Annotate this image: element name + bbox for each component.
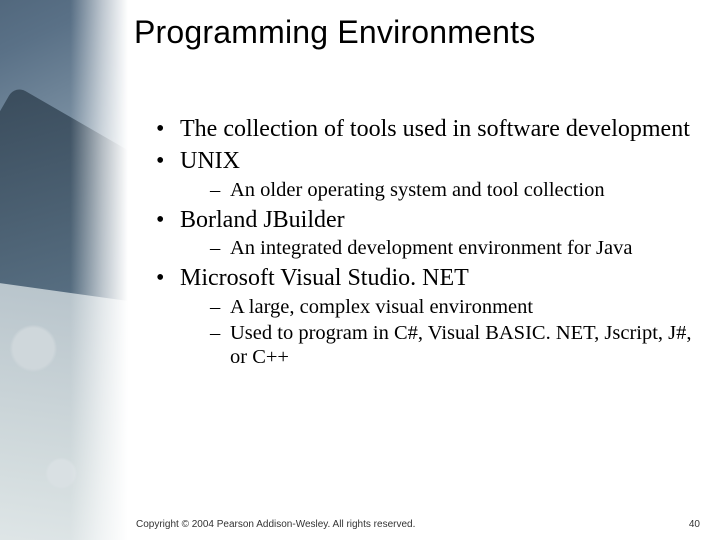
bullet-item: Borland JBuilder An integrated developme… [162, 206, 692, 261]
sub-bullet-text: Used to program in C#, Visual BASIC. NET… [230, 322, 692, 368]
slide: Programming Environments The collection … [0, 0, 720, 540]
bullet-text: Microsoft Visual Studio. NET [180, 265, 469, 291]
sub-bullet-item: Used to program in C#, Visual BASIC. NET… [214, 321, 692, 369]
slide-title: Programming Environments [128, 0, 720, 51]
bullet-item: The collection of tools used in software… [162, 115, 692, 143]
sub-bullet-item: An integrated development environment fo… [214, 236, 692, 260]
slide-body: The collection of tools used in software… [128, 51, 720, 369]
bullet-item: UNIX An older operating system and tool … [162, 147, 692, 202]
sub-bullet-text: An older operating system and tool colle… [230, 179, 605, 201]
bullet-item: Microsoft Visual Studio. NET A large, co… [162, 264, 692, 369]
sub-bullet-text: A large, complex visual environment [230, 296, 533, 318]
sub-bullet-item: An older operating system and tool colle… [214, 178, 692, 202]
content-area: Programming Environments The collection … [128, 0, 720, 540]
bullet-text: Borland JBuilder [180, 207, 345, 233]
background-image [0, 0, 128, 540]
sub-bullet-item: A large, complex visual environment [214, 295, 692, 319]
sub-bullet-text: An integrated development environment fo… [230, 237, 632, 259]
bullet-text: UNIX [180, 148, 240, 174]
bullet-text: The collection of tools used in software… [180, 116, 690, 142]
